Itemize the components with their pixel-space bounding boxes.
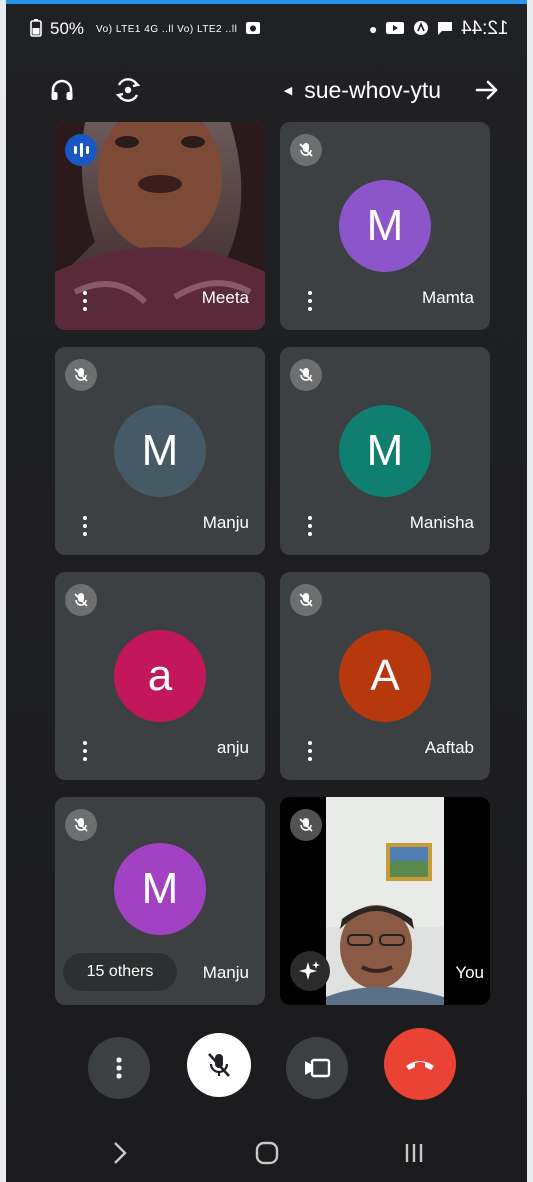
status-left: 50% Vo) LTE1 4G ..ll Vo) LTE2 ..ll bbox=[30, 18, 261, 40]
participant-avatar: M bbox=[114, 843, 206, 935]
others-count-chip[interactable]: 15 others bbox=[63, 953, 177, 991]
participant-tile-anju[interactable]: a anju bbox=[55, 572, 265, 780]
self-video bbox=[326, 797, 444, 1005]
more-options-button[interactable] bbox=[88, 1037, 150, 1099]
participant-name: Manisha bbox=[409, 513, 474, 532]
caret-left-icon: ◀ bbox=[283, 84, 293, 97]
participant-avatar: M bbox=[339, 180, 431, 272]
mic-off-icon bbox=[290, 584, 322, 616]
switch-camera-icon bbox=[115, 78, 141, 102]
participant-tile-aaftab[interactable]: A Aaftab bbox=[280, 572, 490, 780]
tile-options-button[interactable] bbox=[77, 738, 93, 764]
mic-off-icon bbox=[208, 1053, 230, 1077]
status-right: ● 12:44 bbox=[369, 18, 509, 40]
participant-name: anju bbox=[216, 738, 249, 757]
participant-name: Aaftab bbox=[424, 738, 474, 757]
meeting-top-bar: ◀ sue-whov-ytu bbox=[6, 62, 527, 118]
participant-name: Manju bbox=[202, 513, 249, 532]
app-notification-icon bbox=[413, 20, 429, 39]
nav-back-button[interactable] bbox=[100, 1133, 140, 1173]
tile-options-button[interactable] bbox=[302, 288, 318, 314]
mic-off-icon bbox=[290, 134, 322, 166]
phone-screen: 50% Vo) LTE1 4G ..ll Vo) LTE2 ..ll ● 12:… bbox=[6, 4, 527, 1182]
participant-avatar: A bbox=[339, 630, 431, 722]
battery-icon bbox=[30, 18, 42, 40]
end-call-button[interactable] bbox=[384, 1028, 456, 1100]
mic-off-icon bbox=[65, 809, 97, 841]
message-notification-icon bbox=[437, 20, 453, 39]
hang-up-icon bbox=[406, 1061, 434, 1070]
participant-name: Manju bbox=[202, 963, 249, 982]
system-navigation-bar bbox=[6, 1124, 527, 1182]
tile-options-button[interactable] bbox=[302, 738, 318, 764]
video-notification-icon bbox=[385, 20, 405, 39]
dot-icon: ● bbox=[368, 21, 378, 37]
more-vertical-icon bbox=[116, 1057, 122, 1079]
back-button[interactable] bbox=[467, 70, 507, 110]
mic-off-icon bbox=[65, 359, 97, 391]
microphone-toggle-button[interactable] bbox=[187, 1033, 251, 1097]
video-camera-icon bbox=[305, 1058, 331, 1078]
participant-tile-meeta[interactable]: Meeta bbox=[55, 122, 265, 330]
meeting-code: sue-whov-ytu bbox=[304, 76, 441, 103]
switch-camera-button[interactable] bbox=[108, 70, 148, 110]
participant-tile-mamta[interactable]: M Mamta bbox=[280, 122, 490, 330]
chevron-right-icon bbox=[113, 1142, 127, 1164]
right-frame bbox=[527, 0, 533, 1182]
nav-recents-button[interactable] bbox=[394, 1133, 434, 1173]
mic-off-icon bbox=[65, 584, 97, 616]
effects-button[interactable] bbox=[290, 951, 330, 991]
mic-off-icon bbox=[290, 809, 322, 841]
participant-avatar: M bbox=[339, 405, 431, 497]
participant-avatar: M bbox=[114, 405, 206, 497]
battery-percent: 50% bbox=[50, 19, 85, 38]
signal-icon: Vo) LTE1 4G ..ll Vo) LTE2 ..ll bbox=[96, 23, 238, 35]
tile-options-button[interactable] bbox=[77, 513, 93, 539]
home-icon bbox=[255, 1141, 278, 1165]
camera-notification-icon bbox=[245, 20, 261, 39]
mic-off-icon bbox=[290, 359, 322, 391]
status-bar: 50% Vo) LTE1 4G ..ll Vo) LTE2 ..ll ● 12:… bbox=[6, 4, 527, 54]
participant-name: You bbox=[455, 963, 484, 982]
headphones-icon bbox=[51, 79, 73, 100]
camera-toggle-button[interactable] bbox=[286, 1037, 348, 1099]
participant-name: Meeta bbox=[201, 288, 249, 307]
tile-options-button[interactable] bbox=[302, 513, 318, 539]
participant-tile-manju[interactable]: M Manju bbox=[55, 347, 265, 555]
audio-output-button[interactable] bbox=[42, 70, 82, 110]
participant-name: Mamta bbox=[422, 288, 474, 307]
participant-tile-manju-others[interactable]: M 15 others Manju bbox=[55, 797, 265, 1005]
meeting-title-button[interactable]: ◀ sue-whov-ytu bbox=[148, 77, 467, 104]
sparkle-icon bbox=[299, 961, 320, 980]
tile-options-button[interactable] bbox=[77, 288, 93, 314]
speaking-indicator-icon bbox=[65, 134, 97, 166]
participant-tile-manisha[interactable]: M Manisha bbox=[280, 347, 490, 555]
arrow-right-icon bbox=[475, 80, 498, 100]
recents-icon bbox=[405, 1144, 422, 1162]
nav-home-button[interactable] bbox=[247, 1133, 287, 1173]
participant-avatar: a bbox=[114, 630, 206, 722]
status-time: 12:44 bbox=[461, 18, 509, 39]
participant-tile-you[interactable]: You bbox=[280, 797, 490, 1005]
